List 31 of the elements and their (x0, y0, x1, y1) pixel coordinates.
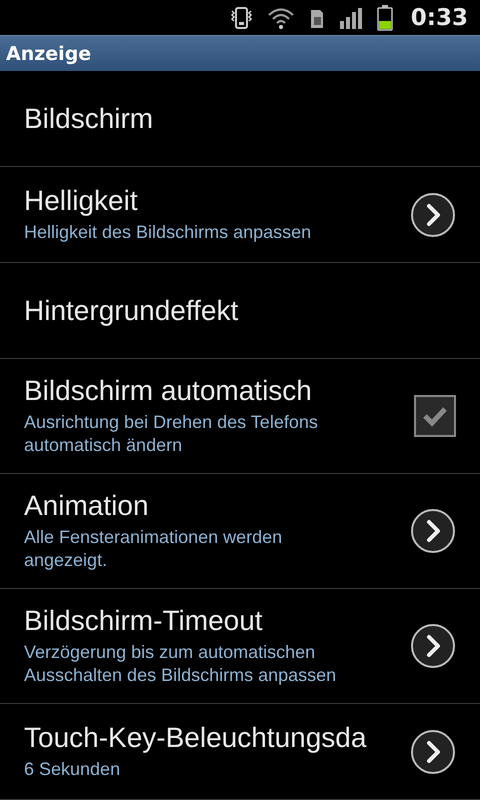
settings-row[interactable]: Helligkeit Helligkeit des Bildschirms anpassen (0, 167, 480, 263)
setting-title: Hintergrundeffekt (24, 294, 240, 326)
setting-description: Alle Fensteranimationen werden angezeigt. (24, 526, 284, 572)
chevron-right-icon[interactable] (410, 623, 456, 669)
screen-title: Anzeige (6, 42, 92, 64)
settings-row[interactable]: Bildschirm-Timeout Verzögerung bis zum automatischen Ausschalten des Bildschirms anpassen (0, 589, 480, 704)
settings-row[interactable]: Animation Alle Fensteranimationen werden angezeigt. (0, 474, 480, 589)
settings-row[interactable]: Bildschirm (0, 71, 480, 167)
setting-title: Bildschirm (24, 102, 154, 134)
chevron-right-icon[interactable] (410, 508, 456, 554)
checkbox[interactable] (414, 395, 456, 437)
setting-title: Bildschirm-Timeout (24, 604, 264, 637)
setting-description: 6 Sekunden (24, 758, 122, 781)
check-icon (422, 405, 448, 427)
setting-description: Helligkeit des Bildschirms anpassen (24, 220, 312, 244)
signal-icon (338, 6, 363, 28)
clock-time: 0:33 (410, 4, 468, 30)
setting-description: Verzögerung bis zum automatischen Ausschalten des Bildschirms anpassen (24, 640, 338, 687)
setting-title: Helligkeit (24, 184, 139, 217)
battery-icon (376, 4, 393, 30)
setting-title: Bildschirm automatisch (24, 374, 313, 407)
chevron-right-icon[interactable] (410, 728, 456, 774)
vibrate-icon (228, 6, 253, 30)
settings-row[interactable]: Touch-Key-Beleuchtungsda 6 Sekunden (0, 704, 480, 800)
setting-description: Ausrichtung bei Drehen des Telefons automatisch ändern (24, 410, 319, 457)
settings-row[interactable]: Hintergrundeffekt (0, 263, 480, 359)
wifi-icon (266, 6, 295, 30)
setting-title: Animation (24, 490, 150, 522)
setting-title: Touch-Key-Beleuchtungsda (24, 722, 368, 754)
chevron-right-icon[interactable] (410, 192, 456, 238)
settings-row[interactable]: Bildschirm automatisch Ausrichtung bei Drehen des Telefons automatisch ändern (0, 359, 480, 474)
